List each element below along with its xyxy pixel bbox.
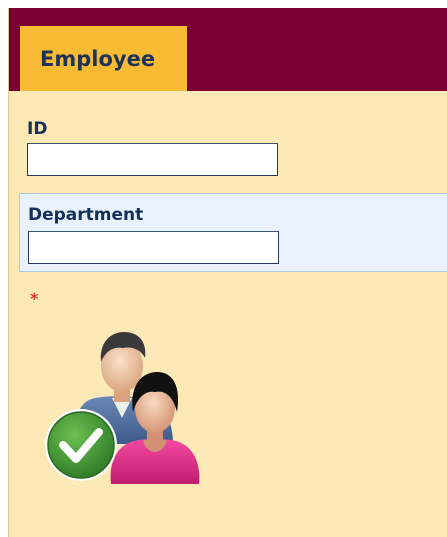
id-label: ID xyxy=(27,119,48,139)
id-field[interactable] xyxy=(27,143,278,176)
tab-employee[interactable]: Employee xyxy=(20,26,187,91)
required-marker: * xyxy=(30,289,39,308)
employee-form-window: Employee ID Department * xyxy=(8,8,447,537)
tab-employee-label: Employee xyxy=(40,47,156,71)
department-field[interactable] xyxy=(28,231,279,264)
department-label: Department xyxy=(28,205,144,225)
department-row: Department xyxy=(19,193,447,272)
users-check-icon xyxy=(45,332,200,484)
